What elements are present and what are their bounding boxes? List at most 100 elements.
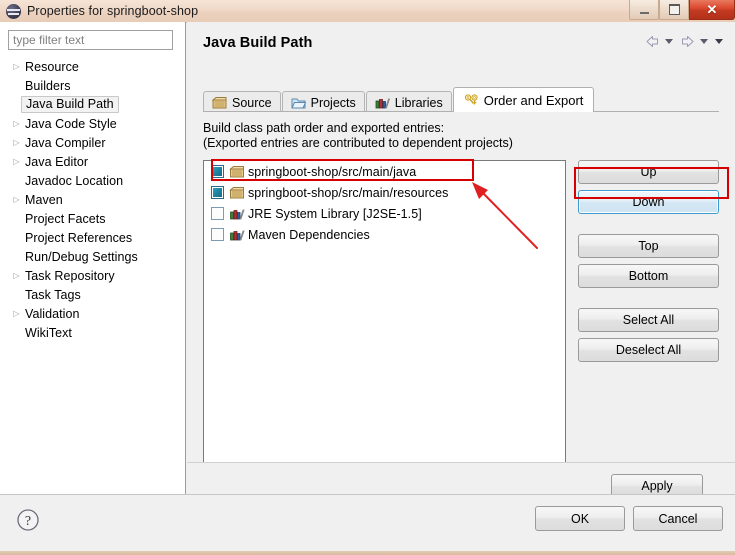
ok-button[interactable]: OK <box>535 506 625 531</box>
down-button[interactable]: Down <box>578 190 719 214</box>
entry-checkbox[interactable] <box>211 207 224 220</box>
source-folder-icon <box>229 165 244 177</box>
sidebar-item-label: Task Repository <box>25 268 115 283</box>
expand-arrow-icon[interactable]: ▷ <box>10 62 23 71</box>
forward-dropdown-chevron-down-icon[interactable] <box>700 39 708 44</box>
back-arrow-icon[interactable] <box>644 34 661 49</box>
deselect-all-button-label: Deselect All <box>615 343 682 357</box>
up-button-label: Up <box>640 165 657 179</box>
list-item[interactable]: JRE System Library [J2SE-1.5] <box>204 203 565 224</box>
sidebar-item-wikitext[interactable]: ▷ WikiText <box>0 323 186 342</box>
tab-label: Libraries <box>394 95 443 110</box>
sidebar-item-task-repository[interactable]: ▷ Task Repository <box>0 266 186 285</box>
tab-projects[interactable]: Projects <box>281 91 365 113</box>
bottom-button-label: Bottom <box>628 269 669 283</box>
window-bottom-edge <box>0 551 735 555</box>
tab-label: Projects <box>310 95 356 110</box>
up-button[interactable]: Up <box>578 160 719 184</box>
sidebar-item-label: Java Editor <box>25 154 89 169</box>
list-item[interactable]: springboot-shop/src/main/resources <box>204 182 565 203</box>
back-dropdown-chevron-down-icon[interactable] <box>665 39 673 44</box>
close-icon: ✕ <box>706 2 718 17</box>
sidebar-item-java-compiler[interactable]: ▷ Java Compiler <box>0 133 186 152</box>
order-action-buttons: Up Down Top Bottom Select All Deselect A… <box>578 160 719 362</box>
expand-arrow-icon[interactable]: ▷ <box>10 271 23 280</box>
tab-order-and-export[interactable]: Order and Export <box>452 87 595 112</box>
navigation-controls <box>644 34 727 49</box>
sidebar-item-label: Java Code Style <box>25 116 117 131</box>
sidebar-item-java-build-path[interactable]: ▷ Java Build Path <box>0 95 186 114</box>
entry-label: JRE System Library [J2SE-1.5] <box>248 206 422 221</box>
menu-chevron-down-icon[interactable] <box>715 39 723 44</box>
sidebar-item-label: Validation <box>25 306 80 321</box>
list-item[interactable]: Maven Dependencies <box>204 224 565 245</box>
filter-placeholder: type filter text <box>13 33 85 47</box>
sidebar-item-label: Maven <box>25 192 63 207</box>
forward-nav-group[interactable] <box>679 34 712 49</box>
sidebar-item-resource[interactable]: ▷ Resource <box>0 57 186 76</box>
expand-arrow-icon[interactable]: ▷ <box>10 195 23 204</box>
select-all-button[interactable]: Select All <box>578 308 719 332</box>
sidebar-item-label: Java Build Path <box>21 96 119 113</box>
library-icon <box>230 209 245 219</box>
entry-checkbox[interactable] <box>211 186 224 199</box>
entry-checkbox[interactable] <box>211 228 224 241</box>
dialog-footer: ? OK Cancel <box>0 494 735 551</box>
sidebar-item-java-code-style[interactable]: ▷ Java Code Style <box>0 114 186 133</box>
help-question-icon[interactable]: ? <box>16 508 40 532</box>
expand-arrow-icon[interactable]: ▷ <box>10 309 23 318</box>
divider <box>187 462 735 463</box>
sidebar-item-label: Builders <box>25 78 71 93</box>
window-controls: ✕ <box>629 0 735 21</box>
top-button[interactable]: Top <box>578 234 719 258</box>
sidebar-item-javadoc-location[interactable]: ▷ Javadoc Location <box>0 171 186 190</box>
minimize-button[interactable] <box>629 0 659 20</box>
bottom-button[interactable]: Bottom <box>578 264 719 288</box>
library-icon <box>230 230 245 240</box>
svg-text:?: ? <box>25 514 31 529</box>
select-all-button-label: Select All <box>622 313 675 327</box>
list-item[interactable]: springboot-shop/src/main/java <box>204 161 565 182</box>
source-folder-icon <box>229 186 244 198</box>
sidebar-item-run-debug-settings[interactable]: ▷ Run/Debug Settings <box>0 247 186 266</box>
libraries-books-icon <box>375 98 390 108</box>
tab-source[interactable]: Source <box>203 91 281 113</box>
sidebar-item-task-tags[interactable]: ▷ Task Tags <box>0 285 186 304</box>
expand-arrow-icon[interactable]: ▷ <box>10 119 23 128</box>
sidebar-item-label: Run/Debug Settings <box>25 249 138 264</box>
entry-checkbox[interactable] <box>211 165 224 178</box>
expand-arrow-icon[interactable]: ▷ <box>10 157 23 166</box>
eclipse-icon <box>6 3 21 19</box>
filter-input[interactable]: type filter text <box>8 30 173 50</box>
sidebar-item-label: Resource <box>25 59 79 74</box>
expand-arrow-icon[interactable]: ▷ <box>10 138 23 147</box>
entry-label: springboot-shop/src/main/java <box>248 164 417 179</box>
tab-libraries[interactable]: Libraries <box>365 91 452 113</box>
sidebar-item-java-editor[interactable]: ▷ Java Editor <box>0 152 186 171</box>
apply-button-label: Apply <box>641 479 673 493</box>
sidebar-item-project-references[interactable]: ▷ Project References <box>0 228 186 247</box>
description-line-1: Build class path order and exported entr… <box>203 121 445 135</box>
settings-tree: ▷ Resource ▷ Builders ▷ Java Build Path … <box>0 57 186 342</box>
settings-sidebar: type filter text ▷ Resource ▷ Builders ▷… <box>0 22 186 494</box>
sidebar-item-label: Task Tags <box>25 287 81 302</box>
tab-label: Order and Export <box>483 92 584 108</box>
sidebar-item-builders[interactable]: ▷ Builders <box>0 76 186 95</box>
sidebar-item-label: Project Facets <box>25 211 106 226</box>
sidebar-item-validation[interactable]: ▷ Validation <box>0 304 186 323</box>
order-export-key-icon <box>464 94 478 105</box>
deselect-all-button[interactable]: Deselect All <box>578 338 719 362</box>
sidebar-item-maven[interactable]: ▷ Maven <box>0 190 186 209</box>
classpath-entries-list[interactable]: springboot-shop/src/main/java springboot… <box>203 160 566 463</box>
sidebar-item-label: Javadoc Location <box>25 173 124 188</box>
maximize-button[interactable] <box>659 0 689 20</box>
back-nav-group[interactable] <box>644 34 677 49</box>
forward-arrow-icon[interactable] <box>679 34 696 49</box>
close-button[interactable]: ✕ <box>689 0 735 20</box>
sidebar-item-project-facets[interactable]: ▷ Project Facets <box>0 209 186 228</box>
dialog-body: type filter text ▷ Resource ▷ Builders ▷… <box>0 22 735 498</box>
tab-label: Source <box>232 95 272 110</box>
cancel-button[interactable]: Cancel <box>633 506 723 531</box>
